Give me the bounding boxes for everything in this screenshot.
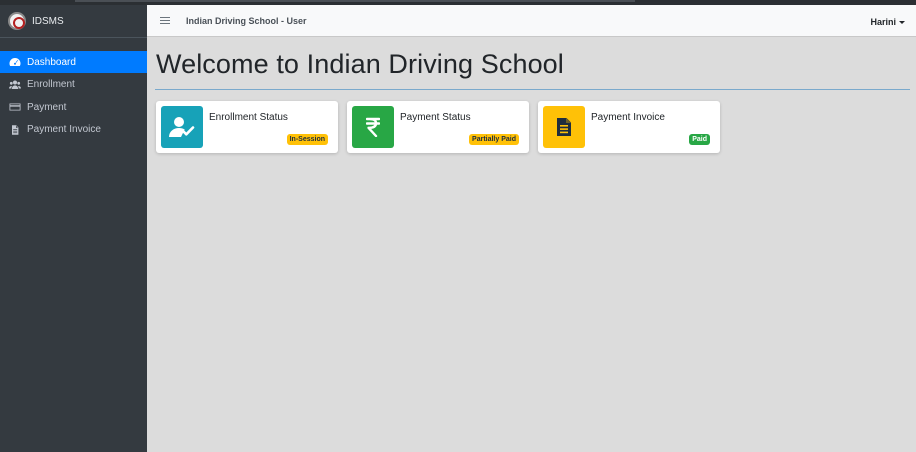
- status-badge: In-Session: [286, 134, 328, 145]
- card-title: Enrollment Status: [209, 112, 288, 123]
- card-title: Payment Status: [400, 112, 471, 123]
- chevron-down-icon: [899, 20, 905, 24]
- status-badge: Paid: [689, 134, 710, 145]
- credit-card-icon: [9, 102, 21, 112]
- sidebar-item-label: Enrollment: [27, 79, 75, 90]
- status-badge: Partially Paid: [469, 134, 519, 145]
- main-content: Welcome to Indian Driving School Enrollm…: [147, 37, 916, 452]
- sidebar-item-label: Payment Invoice: [27, 124, 101, 135]
- enrollment-status-card[interactable]: Enrollment Status In-Session: [156, 101, 338, 153]
- card-title: Payment Invoice: [591, 112, 665, 123]
- top-strip-highlight: [75, 0, 635, 2]
- user-check-icon: [161, 106, 203, 148]
- sidebar: IDSMS Dashboard Enrollment Payment Payme…: [0, 5, 147, 452]
- user-name: Harini: [870, 17, 896, 27]
- sidebar-item-payment-invoice[interactable]: Payment Invoice: [0, 119, 147, 141]
- payment-invoice-card[interactable]: Payment Invoice Paid: [538, 101, 720, 153]
- sidebar-item-label: Payment: [27, 101, 67, 113]
- brand-logo-icon: [8, 12, 26, 30]
- welcome-heading: Welcome to Indian Driving School: [156, 49, 564, 79]
- users-icon: [9, 80, 21, 90]
- payment-status-card[interactable]: Payment Status Partially Paid: [347, 101, 529, 153]
- sidebar-item-label: Dashboard: [27, 56, 76, 68]
- brand-name: IDSMS: [32, 15, 64, 27]
- heading-divider: [155, 89, 910, 90]
- sidebar-item-payment[interactable]: Payment: [0, 96, 147, 118]
- sidebar-item-enrollment[interactable]: Enrollment: [0, 74, 147, 96]
- page-title: Indian Driving School - User: [186, 15, 307, 26]
- top-navbar: Indian Driving School - User Harini: [147, 5, 916, 37]
- sidebar-nav: Dashboard Enrollment Payment Payment Inv…: [0, 51, 147, 141]
- dashboard-icon: [9, 57, 21, 67]
- rupee-icon: [352, 106, 394, 148]
- user-menu[interactable]: Harini: [870, 17, 905, 27]
- sidebar-item-dashboard[interactable]: Dashboard: [0, 51, 147, 73]
- brand[interactable]: IDSMS: [0, 5, 147, 38]
- invoice-icon: [543, 106, 585, 148]
- hamburger-menu-icon[interactable]: [160, 16, 170, 25]
- file-icon: [9, 124, 21, 135]
